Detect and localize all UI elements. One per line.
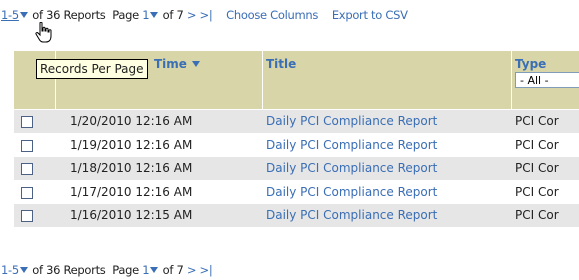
type-filter-select[interactable]: - All - bbox=[515, 72, 579, 88]
hand-cursor-icon bbox=[35, 22, 52, 43]
next-page-button[interactable]: > bbox=[187, 8, 197, 22]
report-type: PCI Cor bbox=[515, 184, 559, 199]
bottom-pager: 1-5 of 36 Reports Page 1 of 7 > >| bbox=[1, 262, 213, 278]
report-title-link[interactable]: Daily PCI Compliance Report bbox=[266, 110, 437, 134]
table-row: 1/20/2010 12:16 AM Daily PCI Compliance … bbox=[14, 109, 579, 133]
records-summary: of 36 Reports bbox=[32, 263, 106, 277]
page-count: of 7 bbox=[162, 263, 184, 277]
table-row: 1/19/2010 12:16 AM Daily PCI Compliance … bbox=[14, 132, 579, 158]
row-checkbox[interactable] bbox=[21, 186, 33, 199]
chevron-down-icon[interactable] bbox=[150, 12, 159, 18]
row-checkbox[interactable] bbox=[21, 210, 33, 222]
report-type: PCI Cor bbox=[515, 114, 559, 128]
column-divider bbox=[511, 51, 512, 109]
row-checkbox[interactable] bbox=[21, 163, 33, 175]
page-count: of 7 bbox=[162, 8, 184, 22]
top-pager: 1-5 of 36 Reports Page 1 of 7 > >| Choos… bbox=[1, 7, 408, 23]
row-checkbox[interactable] bbox=[21, 116, 33, 128]
report-type: PCI Cor bbox=[515, 208, 559, 222]
last-page-button[interactable]: >| bbox=[200, 263, 213, 277]
last-page-button[interactable]: >| bbox=[200, 8, 213, 22]
column-header-title[interactable]: Title bbox=[266, 57, 296, 71]
report-time: 1/20/2010 12:16 AM bbox=[70, 114, 193, 128]
report-time: 1/18/2010 12:16 AM bbox=[70, 161, 193, 175]
records-per-page-dropdown[interactable]: 1-5 bbox=[1, 263, 29, 277]
export-csv-link[interactable]: Export to CSV bbox=[332, 8, 408, 22]
row-checkbox[interactable] bbox=[21, 139, 33, 152]
report-type: PCI Cor bbox=[515, 137, 559, 152]
choose-columns-link[interactable]: Choose Columns bbox=[226, 8, 318, 22]
records-per-page-dropdown[interactable]: 1-5 bbox=[1, 8, 29, 22]
records-summary: of 36 Reports bbox=[32, 8, 106, 22]
report-time: 1/17/2010 12:16 AM bbox=[70, 184, 193, 199]
sort-desc-icon[interactable] bbox=[191, 61, 200, 67]
page-number-dropdown[interactable]: 1 bbox=[142, 8, 159, 22]
next-page-button[interactable]: > bbox=[187, 263, 197, 277]
chevron-down-icon[interactable] bbox=[19, 12, 28, 18]
records-per-page-tooltip: Records Per Page bbox=[36, 59, 148, 79]
chevron-down-icon[interactable] bbox=[150, 267, 159, 273]
report-title-link[interactable]: Daily PCI Compliance Report bbox=[266, 204, 437, 228]
report-title-link[interactable]: Daily PCI Compliance Report bbox=[266, 157, 437, 181]
column-header-type[interactable]: Type bbox=[515, 57, 546, 71]
chevron-down-icon[interactable] bbox=[19, 267, 28, 273]
table-row: 1/18/2010 12:16 AM Daily PCI Compliance … bbox=[14, 156, 579, 180]
page-label: Page bbox=[112, 263, 139, 277]
page-label: Page bbox=[112, 8, 139, 22]
column-header-time[interactable]: Time bbox=[154, 57, 201, 71]
report-time: 1/19/2010 12:16 AM bbox=[70, 137, 193, 152]
page-number-dropdown[interactable]: 1 bbox=[142, 263, 159, 277]
report-title-link[interactable]: Daily PCI Compliance Report bbox=[266, 181, 437, 205]
report-time: 1/16/2010 12:15 AM bbox=[70, 208, 193, 222]
table-row: 1/17/2010 12:16 AM Daily PCI Compliance … bbox=[14, 179, 579, 205]
report-title-link[interactable]: Daily PCI Compliance Report bbox=[266, 134, 437, 158]
column-divider bbox=[262, 51, 263, 109]
table-row: 1/16/2010 12:15 AM Daily PCI Compliance … bbox=[14, 203, 579, 227]
report-type: PCI Cor bbox=[515, 161, 559, 175]
